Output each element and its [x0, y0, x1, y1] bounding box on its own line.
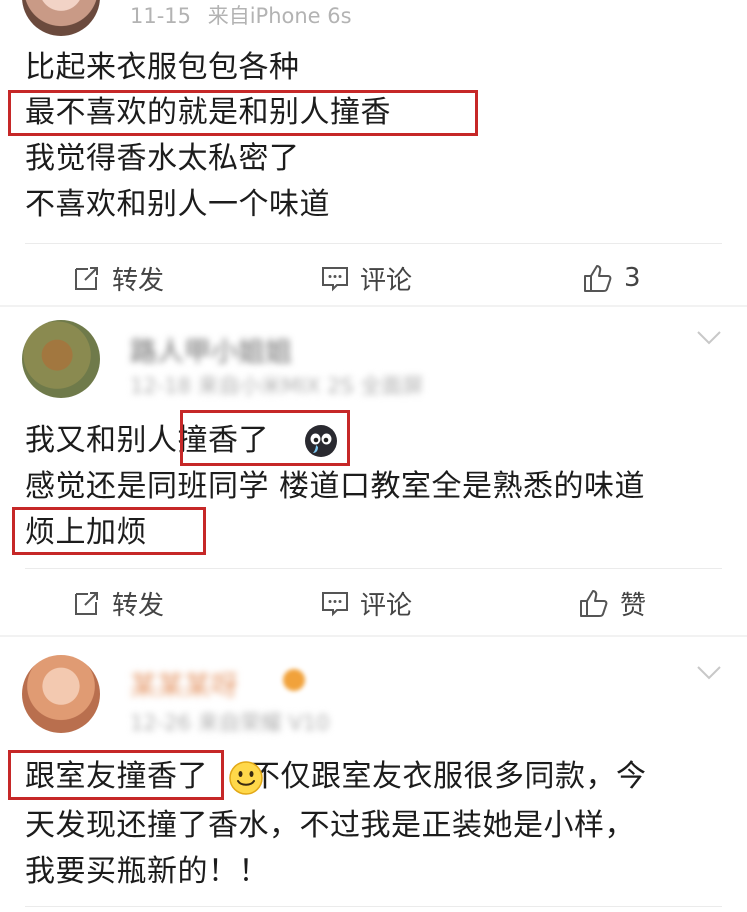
post-separator	[0, 635, 747, 637]
comment-label: 评论	[360, 265, 413, 296]
comment-icon	[322, 267, 348, 292]
smile-emoji-icon	[229, 761, 263, 795]
post-text-segment: 我又和别人	[25, 423, 178, 458]
divider	[25, 906, 722, 907]
repost-button[interactable]: 转发	[72, 583, 164, 623]
repost-icon	[75, 267, 98, 290]
post-separator	[0, 305, 747, 307]
like-button[interactable]: 赞	[578, 583, 646, 623]
post-time: 11-15	[130, 4, 192, 28]
chevron-down-icon[interactable]	[696, 665, 722, 681]
username-blurred[interactable]: 某某某呀	[130, 664, 238, 703]
repost-icon	[75, 592, 98, 615]
highlight-box	[12, 507, 206, 555]
post-text-line: 不喜欢和别人一个味道	[25, 187, 330, 222]
post-text-line: 我觉得香水太私密了	[25, 141, 300, 176]
like-button[interactable]: 3	[582, 258, 641, 298]
avatar[interactable]	[22, 0, 100, 36]
post-text-line: 比起来衣服包包各种	[25, 50, 300, 85]
post-text-line: 感觉还是同班同学 楼道口教室全是熟悉的味道	[25, 469, 646, 504]
post-meta-blurred: 12-26 来自荣耀 V10	[130, 711, 330, 735]
like-count: 3	[624, 263, 641, 293]
comment-button[interactable]: 评论	[320, 583, 412, 623]
avatar[interactable]	[22, 320, 100, 398]
post-text-line: 我要买瓶新的！！	[25, 854, 269, 889]
thumbs-up-icon	[584, 265, 612, 292]
repost-label: 转发	[112, 265, 165, 296]
username-blurred[interactable]: 路人甲小姐姐	[130, 330, 292, 369]
avatar[interactable]	[22, 655, 100, 733]
crying-face-icon	[305, 425, 337, 457]
post-source: 来自iPhone 6s	[207, 4, 352, 28]
post-meta-blurred: 12-18 来自小米MIX 2S 全面屏	[130, 374, 424, 398]
comment-button[interactable]: 评论	[320, 258, 412, 298]
post-text-line: 天发现还撞了香水，不过我是正装她是小样，	[25, 808, 635, 843]
divider	[25, 243, 722, 244]
thumbs-up-icon	[580, 590, 608, 617]
badge-icon	[283, 669, 305, 691]
repost-button[interactable]: 转发	[72, 258, 164, 298]
post-meta: 11-15 来自iPhone 6s	[130, 0, 352, 30]
highlight-box	[8, 90, 478, 136]
post-text-segment: 不仅跟室友衣服很多同款，今	[250, 759, 647, 794]
like-label: 赞	[620, 590, 647, 621]
chevron-down-icon[interactable]	[696, 330, 722, 346]
divider	[25, 568, 722, 569]
comment-icon	[322, 592, 348, 617]
comment-label: 评论	[360, 590, 413, 621]
highlight-box	[8, 750, 224, 800]
repost-label: 转发	[112, 590, 165, 621]
